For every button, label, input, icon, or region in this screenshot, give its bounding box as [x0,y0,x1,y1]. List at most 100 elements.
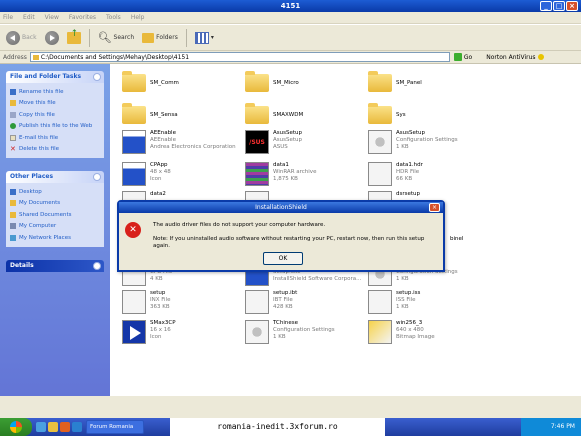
place-my-computer[interactable]: My Computer [10,221,100,233]
file-item[interactable]: SMax3CP 16 x 16 Icon [122,320,250,350]
place-desktop[interactable]: Desktop [10,186,100,198]
file-item[interactable]: setup.ibt IBT File 428 KB [245,290,373,320]
menu-view[interactable]: View [45,14,59,21]
go-button[interactable]: Go [453,53,472,61]
taskbar-task-forum[interactable]: Forum Romania [86,420,144,434]
dialog-title-bar: InstallationShield × [119,202,443,213]
details-header[interactable]: Details [6,260,104,272]
file-text: data1 WinRAR archive 1,875 KB [273,162,316,183]
file-detail: ISS File [396,297,416,303]
folder-icon[interactable] [48,422,58,432]
file-item[interactable]: CPApp 48 x 48 Icon [122,162,250,192]
show-desktop-icon[interactable] [72,422,82,432]
file-name: data1.hdr [396,162,423,168]
file-item[interactable]: SMAXWDM [245,102,373,132]
dialog-close-button[interactable]: × [429,203,440,212]
file-item[interactable]: AsusSetup Configuration Settings 1 KB [368,130,496,160]
file-detail: 66 KB [396,176,413,182]
task-email[interactable]: E-mail this file [10,132,100,144]
file-item[interactable]: TChinese Configuration Settings 1 KB [245,320,373,350]
file-item[interactable]: data1.hdr HDR File 66 KB [368,162,496,192]
file-folder-tasks-title: File and Folder Tasks [10,73,82,80]
other-places-body: Desktop My Documents Shared Documents My… [6,183,104,247]
file-detail: Icon [150,176,162,182]
task-delete[interactable]: ✕ Delete this file [10,144,100,156]
folder-small-icon [32,54,39,60]
file-detail: 1 KB [396,304,409,310]
file-item[interactable]: setup.iss ISS File 1 KB [368,290,496,320]
status-bar [0,396,581,418]
file-text: AsusSetup AsusSetup ASUS [273,130,302,151]
file-text: AsusSetup Configuration Settings 1 KB [396,130,458,151]
file-name: SM_Panel [396,80,422,86]
file-name: SMAXWDM [273,112,304,118]
file-item[interactable]: win256_3 640 x 480 Bitmap Image [368,320,496,350]
folders-button[interactable]: Folders [140,28,180,48]
ie-icon[interactable] [36,422,46,432]
file-item[interactable]: SM_Panel [368,70,496,100]
forward-button[interactable] [43,28,61,48]
task-label: E-mail this file [19,134,59,141]
chevron-down-icon: ▾ [210,34,214,41]
menu-edit[interactable]: Edit [23,14,35,21]
file-item[interactable]: Sys [368,102,496,132]
clock: 7:46 PM [550,423,575,430]
file-icon [122,290,146,314]
ok-button[interactable]: OK [263,252,303,265]
file-text: setup.iss ISS File 1 KB [396,290,420,311]
task-publish[interactable]: Publish this file to the Web [10,121,100,133]
title-bar: 4151 _ □ × [0,0,581,12]
file-item[interactable]: SM_Comm [122,70,250,100]
search-label: Search [113,34,135,41]
file-item[interactable]: data1 WinRAR archive 1,875 KB [245,162,373,192]
menu-tools[interactable]: Tools [106,14,121,21]
file-item[interactable]: AEEnable AEEnable Andrea Electronics Corpo… [122,130,250,160]
expand-chevron-icon[interactable] [93,262,101,270]
watermark: romania-inedit.3xforum.ro [170,418,385,436]
maximize-button[interactable]: □ [553,1,565,11]
move-icon [10,100,16,107]
asus-icon: /SUS [245,130,269,154]
file-item[interactable]: SM_Micro [245,70,373,100]
file-text: SMax3CP 16 x 16 Icon [150,320,176,341]
collapse-chevron-icon[interactable] [93,73,101,81]
folder-icon [10,211,16,218]
collapse-chevron-icon[interactable] [93,173,101,181]
address-input[interactable]: C:\Documents and Settings\Mehay\Desktop\… [29,52,450,62]
file-item[interactable]: setup INX File 363 KB [122,290,250,320]
file-text: CPApp 48 x 48 Icon [150,162,171,183]
up-folder-button[interactable]: ↑ [65,28,83,48]
file-item[interactable]: /SUS AsusSetup AsusSetup ASUS [245,130,373,160]
search-button[interactable]: 🔍︎ Search [96,28,137,48]
file-name: AsusSetup [396,130,425,136]
start-button[interactable] [0,418,32,436]
close-button[interactable]: × [566,1,578,11]
task-move[interactable]: Move this file [10,98,100,110]
minimize-button[interactable]: _ [540,1,552,11]
task-rename[interactable]: Rename this file [10,86,100,98]
file-folder-tasks-header[interactable]: File and Folder Tasks [6,71,104,83]
menu-favorites[interactable]: Favorites [69,14,96,21]
file-name: data1 [273,162,289,168]
norton-label: Norton AntiVirus [486,53,536,61]
place-my-documents[interactable]: My Documents [10,198,100,210]
other-places-header[interactable]: Other Places [6,171,104,183]
file-item[interactable]: SM_Sensa [122,102,250,132]
file-detail: IBT File [273,297,293,303]
norton-antivirus-button[interactable]: Norton AntiVirus [486,53,544,61]
quick-launch [36,422,82,432]
back-button[interactable]: Back [4,28,39,48]
file-detail: InstallShield Software Corpora... [273,276,362,282]
file-name: SM_Sensa [150,112,178,118]
norton-icon [537,54,544,60]
task-copy[interactable]: Copy this file [10,109,100,121]
media-icon[interactable] [60,422,70,432]
menu-help[interactable]: Help [131,14,145,21]
file-detail: 1,875 KB [273,176,298,182]
file-text: AEEnable AEEnable Andrea Electronics Corpo… [150,130,236,151]
explorer-window: 4151 _ □ × File Edit View Favorites Tool… [0,0,581,436]
views-button[interactable]: ▾ [193,28,216,48]
menu-file[interactable]: File [3,14,13,21]
place-my-network-places[interactable]: My Network Places [10,232,100,244]
place-shared-documents[interactable]: Shared Documents [10,209,100,221]
